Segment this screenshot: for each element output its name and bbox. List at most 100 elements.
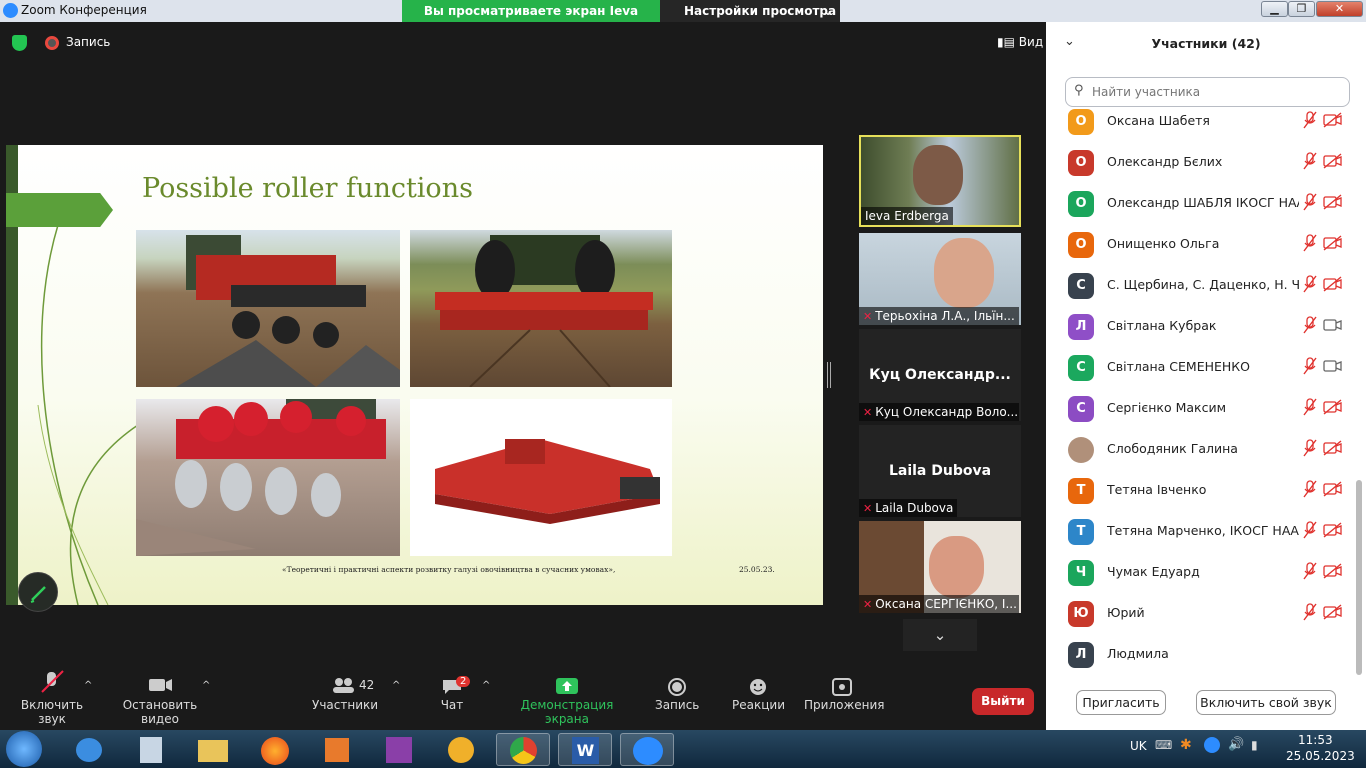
- start-button[interactable]: [6, 731, 42, 767]
- muted-mic-icon[interactable]: [1302, 602, 1318, 622]
- muted-mic-icon[interactable]: [1302, 479, 1318, 499]
- unmute-me-button[interactable]: Включить свой звук: [1196, 690, 1336, 715]
- video-off-icon[interactable]: [1323, 235, 1343, 251]
- muted-mic-icon[interactable]: [1302, 315, 1318, 335]
- participant-list-scrollbar[interactable]: [1356, 480, 1362, 675]
- video-tile[interactable]: ✕ Оксана СЕРГІЄНКО, І...: [859, 521, 1021, 613]
- video-tile[interactable]: Куц Олександр... ✕ Куц Олександр Воло...: [859, 329, 1021, 421]
- maximize-button[interactable]: ❐: [1288, 1, 1315, 17]
- video-tile[interactable]: Laila Dubova ✕ Laila Dubova: [859, 425, 1021, 517]
- participant-row[interactable]: О Онищенко Ольга: [1046, 224, 1352, 265]
- invite-button[interactable]: Пригласить: [1076, 690, 1166, 715]
- video-camera-icon[interactable]: [1323, 317, 1343, 333]
- splitter-handle[interactable]: [827, 362, 831, 388]
- chrome-icon[interactable]: [496, 733, 550, 766]
- keyboard-icon[interactable]: ⌨: [1155, 738, 1172, 752]
- participant-row[interactable]: О Олександр ШАБЛЯ ІКОСГ НААН: [1046, 183, 1352, 224]
- view-options-button[interactable]: Настройки просмотра ⌄: [660, 0, 840, 22]
- video-off-icon[interactable]: [1323, 522, 1343, 538]
- share-screen-button[interactable]: Демонстрация экрана: [505, 668, 629, 726]
- participant-name: Світлана Кубрак: [1107, 318, 1217, 333]
- muted-mic-icon[interactable]: [1302, 233, 1318, 253]
- muted-mic-icon[interactable]: [1302, 151, 1318, 171]
- muted-mic-icon[interactable]: [1302, 397, 1318, 417]
- record-label[interactable]: Запись: [66, 35, 110, 49]
- view-button[interactable]: ▮▤ Вид: [997, 35, 1043, 49]
- more-videos-chevron-down-icon[interactable]: ⌄: [903, 619, 977, 651]
- muted-mic-icon[interactable]: [1302, 561, 1318, 581]
- participant-row[interactable]: О Олександр Бєлих: [1046, 142, 1352, 183]
- participant-row[interactable]: Ч Чумак Едуард: [1046, 552, 1352, 593]
- language-indicator[interactable]: UK: [1130, 739, 1147, 753]
- muted-mic-icon[interactable]: [1302, 274, 1318, 294]
- avatar: Т: [1068, 478, 1094, 504]
- chat-button[interactable]: 2 ^ Чат: [432, 668, 490, 712]
- zoom-tray-icon[interactable]: [1204, 737, 1220, 753]
- zoom-taskbar-icon[interactable]: [620, 733, 674, 766]
- muted-mic-icon: ✕: [863, 406, 873, 419]
- photo-tractor-rear-rotavator: [410, 230, 672, 387]
- close-button[interactable]: ✕: [1316, 1, 1363, 17]
- participant-row[interactable]: С Світлана СЕМЕНЕНКО: [1046, 347, 1352, 388]
- participants-button[interactable]: 42 ^ Участники: [312, 668, 400, 712]
- stop-video-button[interactable]: ^ Остановить видео: [106, 668, 214, 726]
- avatar: С: [1068, 396, 1094, 422]
- video-off-icon[interactable]: [1323, 481, 1343, 497]
- chevron-up-icon[interactable]: ^: [392, 680, 400, 691]
- video-camera-icon[interactable]: [1323, 358, 1343, 374]
- muted-mic-icon[interactable]: [1302, 438, 1318, 458]
- participant-row[interactable]: Л Світлана Кубрак: [1046, 306, 1352, 347]
- chevron-up-icon[interactable]: ^: [84, 680, 92, 691]
- participant-row[interactable]: С Сергієнко Максим: [1046, 388, 1352, 429]
- firefox-icon[interactable]: [248, 733, 302, 766]
- muted-mic-icon[interactable]: [1302, 356, 1318, 376]
- chevron-up-icon[interactable]: ^: [202, 680, 210, 691]
- calculator-icon[interactable]: [124, 733, 178, 766]
- clock-time[interactable]: 11:53: [1298, 733, 1333, 747]
- participant-row[interactable]: Слободяник Галина: [1046, 429, 1352, 470]
- word-icon[interactable]: W: [558, 733, 612, 766]
- volume-icon[interactable]: 🔊: [1228, 737, 1244, 752]
- explorer-icon[interactable]: [186, 733, 240, 766]
- participant-search-input[interactable]: [1092, 83, 1342, 101]
- participant-row[interactable]: Т Тетяна Марченко, ІКОСГ НААН: [1046, 511, 1352, 552]
- video-off-icon[interactable]: [1323, 276, 1343, 292]
- unmute-button[interactable]: ^ Включить звук: [8, 668, 96, 726]
- participant-row[interactable]: С С. Щербина, С. Даценко, Н. Ч...: [1046, 265, 1352, 306]
- participant-row[interactable]: О Оксана Шабетя: [1046, 101, 1352, 142]
- video-tile[interactable]: ✕ Терьохіна Л.А., Ільїн...: [859, 233, 1021, 325]
- participants-panel: ⌄ Участники (42) ⚲ ООксана ШабетяООлекса…: [1046, 22, 1366, 730]
- muted-mic-icon[interactable]: [1302, 192, 1318, 212]
- ie-icon[interactable]: [62, 733, 116, 766]
- encryption-shield-icon[interactable]: [12, 35, 27, 51]
- annotate-pencil-button[interactable]: [18, 572, 58, 612]
- participant-row[interactable]: Ю Юрий: [1046, 593, 1352, 634]
- video-off-icon[interactable]: [1323, 194, 1343, 210]
- apps-button[interactable]: Приложения: [804, 668, 885, 712]
- participant-row[interactable]: Т Тетяна Івченко: [1046, 470, 1352, 511]
- minimize-button[interactable]: ▁: [1261, 1, 1288, 17]
- video-tile-active-speaker[interactable]: Ieva Erdberga: [859, 135, 1021, 227]
- video-off-icon[interactable]: [1323, 563, 1343, 579]
- muted-mic-icon[interactable]: [1302, 520, 1318, 540]
- avatar: [1068, 437, 1094, 463]
- chevron-up-icon[interactable]: ^: [482, 680, 490, 691]
- tray-app-icon[interactable]: ✱: [1180, 737, 1192, 753]
- record-button[interactable]: Запись: [655, 668, 699, 712]
- leave-button[interactable]: Выйти: [972, 688, 1034, 715]
- video-off-icon[interactable]: [1323, 440, 1343, 456]
- network-icon[interactable]: ▮: [1251, 738, 1258, 752]
- participant-name: Оксана Шабетя: [1107, 113, 1210, 128]
- muted-mic-icon[interactable]: [1302, 110, 1318, 130]
- video-off-icon[interactable]: [1323, 112, 1343, 128]
- clock-date[interactable]: 25.05.2023: [1286, 749, 1355, 763]
- tile-name-row: ✕ Laila Dubova: [859, 499, 958, 517]
- media-player-icon[interactable]: [310, 733, 364, 766]
- participant-row[interactable]: Л Людмила: [1046, 634, 1352, 675]
- reactions-button[interactable]: Реакции: [732, 668, 785, 712]
- video-off-icon[interactable]: [1323, 153, 1343, 169]
- save-disk-icon[interactable]: [372, 733, 426, 766]
- video-off-icon[interactable]: [1323, 604, 1343, 620]
- video-off-icon[interactable]: [1323, 399, 1343, 415]
- vpn-icon[interactable]: [434, 733, 488, 766]
